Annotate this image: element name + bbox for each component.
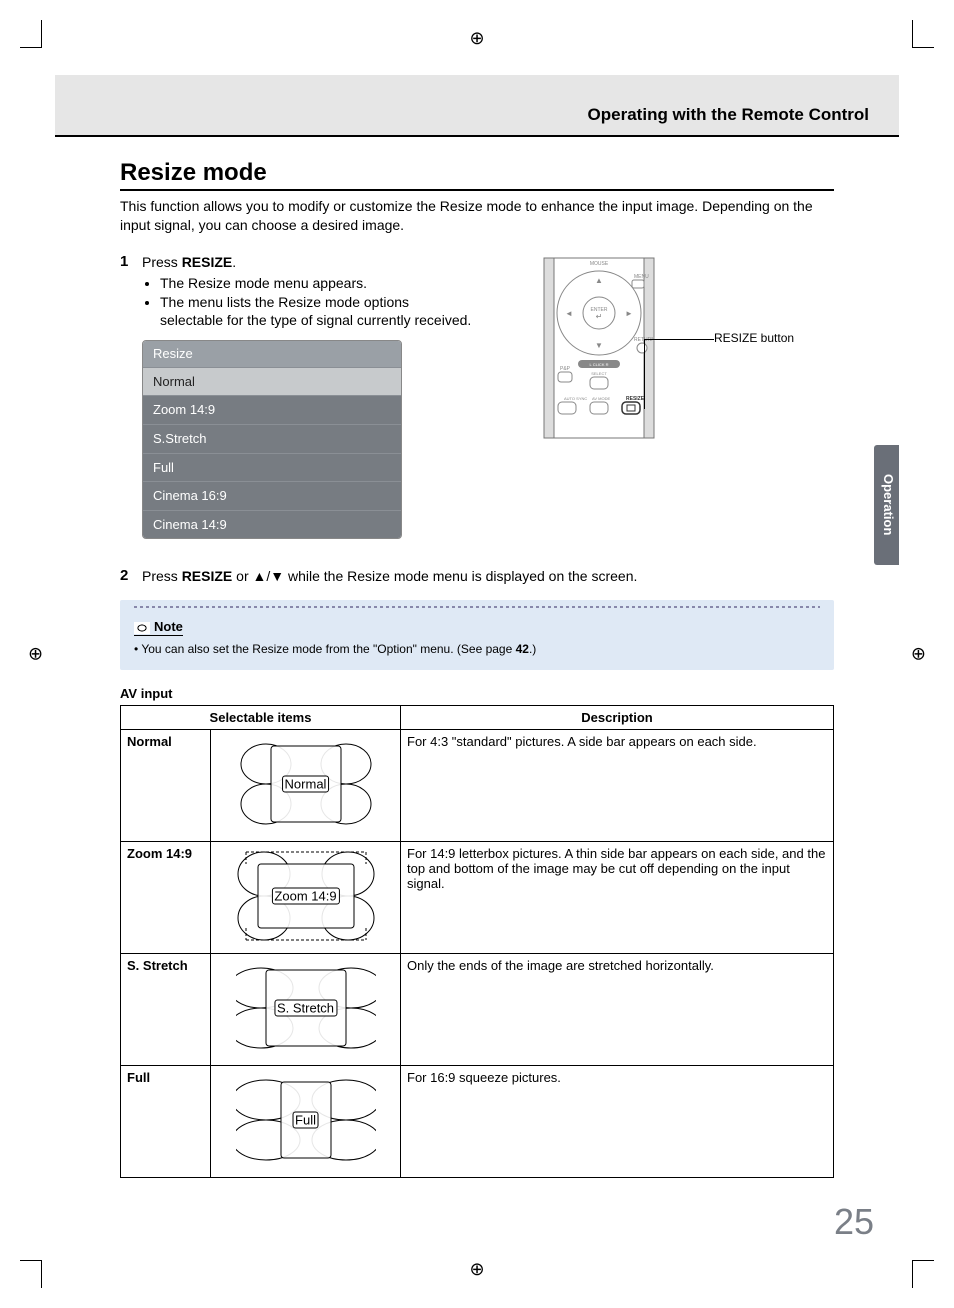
step-1: 1 Press RESIZE. The Resize mode menu app…	[120, 253, 474, 539]
resize-menu-item: Cinema 14:9	[143, 510, 401, 539]
av-item-name: S. Stretch	[121, 954, 211, 1066]
note-dotline	[134, 606, 820, 608]
remote-menu-label: MENU	[634, 274, 649, 280]
av-item-desc: Only the ends of the image are stretched…	[401, 954, 834, 1066]
table-row: Full Full For 16:9 squeeze pictures.	[121, 1066, 834, 1178]
section-heading: Resize mode	[120, 159, 834, 191]
remote-illustration: ENTER ↵ ▲ ▼ ◄ ► MOUSE MENU RETURN P&P	[514, 253, 704, 443]
crop-mark-tl	[20, 20, 42, 48]
page-number: 25	[834, 1201, 874, 1243]
header-band: Operating with the Remote Control	[55, 75, 899, 137]
av-input-heading: AV input	[120, 686, 834, 701]
step-1-text-a: Press	[142, 254, 182, 270]
av-col2-header: Description	[401, 706, 834, 730]
resize-menu-item: Full	[143, 453, 401, 482]
content: Resize mode This function allows you to …	[80, 159, 874, 1178]
av-item-illus: Normal	[211, 730, 401, 842]
header-title: Operating with the Remote Control	[588, 105, 869, 124]
two-column: 1 Press RESIZE. The Resize mode menu app…	[120, 253, 834, 543]
av-item-desc: For 16:9 squeeze pictures.	[401, 1066, 834, 1178]
svg-text:RESIZE: RESIZE	[626, 396, 645, 402]
illus-label: S. Stretch	[274, 1000, 337, 1017]
registration-mark-left: ⊕	[28, 644, 43, 665]
note-text-c: .)	[529, 642, 536, 656]
step-2: 2 Press RESIZE or ▲/▼ while the Resize m…	[120, 567, 834, 586]
av-item-name: Normal	[121, 730, 211, 842]
av-item-desc: For 4:3 "standard" pictures. A side bar …	[401, 730, 834, 842]
av-table: Selectable items Description NormalNorma…	[120, 705, 834, 1178]
note-block: Note • You can also set the Resize mode …	[120, 600, 834, 670]
svg-text:P&P: P&P	[560, 366, 571, 372]
note-text-b: 42	[516, 642, 529, 656]
step-1-bullet-1: The Resize mode menu appears.	[160, 274, 474, 293]
av-item-name: Zoom 14:9	[121, 842, 211, 954]
page: Operating with the Remote Control Resize…	[80, 75, 874, 1233]
callout-line-b	[644, 339, 664, 409]
remote-mouse-label: MOUSE	[590, 261, 609, 267]
svg-text:▼: ▼	[595, 341, 603, 350]
note-label: Note	[134, 619, 183, 636]
av-item-illus: Zoom 14:9	[211, 842, 401, 954]
resize-button-callout: RESIZE button	[714, 331, 794, 345]
registration-mark-right: ⊕	[911, 644, 926, 665]
svg-text:►: ►	[625, 309, 633, 318]
table-row: Zoom 14:9 Zoom 14:9 For 14:9 letterbox pic…	[121, 842, 834, 954]
step-1-num: 1	[120, 253, 134, 539]
step-2-text-b: RESIZE	[182, 568, 233, 584]
step-2-text-c: or ▲/▼ while the Resize mode menu is dis…	[232, 568, 637, 584]
svg-text:AUTO SYNC: AUTO SYNC	[564, 396, 587, 401]
crop-mark-br	[912, 1260, 934, 1288]
av-item-desc: For 14:9 letterbox pictures. A thin side…	[401, 842, 834, 954]
step-1-bullet-2: The menu lists the Resize mode options s…	[160, 293, 474, 331]
svg-text:SELECT: SELECT	[591, 371, 607, 376]
registration-mark-top: ⊕	[469, 28, 484, 49]
av-item-illus: Full	[211, 1066, 401, 1178]
callout-line	[664, 339, 714, 340]
svg-text:↵: ↵	[596, 312, 603, 321]
registration-mark-bottom: ⊕	[469, 1259, 484, 1280]
note-text: • You can also set the Resize mode from …	[134, 642, 820, 656]
side-tab-operation: Operation	[874, 445, 899, 565]
step-2-body: Press RESIZE or ▲/▼ while the Resize mod…	[142, 567, 834, 586]
resize-menu-item: Zoom 14:9	[143, 395, 401, 424]
table-row: S. Stretch S. Stretch Only the ends of the…	[121, 954, 834, 1066]
resize-menu-item: Normal	[143, 367, 401, 396]
step-2-text-a: Press	[142, 568, 182, 584]
svg-text:▲: ▲	[595, 276, 603, 285]
illus-label: Full	[292, 1112, 319, 1129]
step-1-body: Press RESIZE. The Resize mode menu appea…	[142, 253, 474, 539]
table-row: Normal Normal For 4:3 "standard" pictures.…	[121, 730, 834, 842]
av-item-illus: S. Stretch	[211, 954, 401, 1066]
step-1-text-b: RESIZE	[182, 254, 233, 270]
svg-text:L CLICK R: L CLICK R	[590, 362, 609, 367]
resize-menu-item: Cinema 16:9	[143, 481, 401, 510]
resize-menu: Resize Normal Zoom 14:9 S.Stretch Full C…	[142, 340, 402, 539]
svg-text:AV MODE: AV MODE	[592, 396, 610, 401]
step-2-num: 2	[120, 567, 134, 586]
left-column: 1 Press RESIZE. The Resize mode menu app…	[120, 253, 474, 543]
illus-label: Zoom 14:9	[271, 888, 339, 905]
av-col1-header: Selectable items	[121, 706, 401, 730]
crop-mark-tr	[912, 20, 934, 48]
note-text-a: • You can also set the Resize mode from …	[134, 642, 516, 656]
av-item-name: Full	[121, 1066, 211, 1178]
right-column: ENTER ↵ ▲ ▼ ◄ ► MOUSE MENU RETURN P&P	[494, 253, 834, 543]
illus-label: Normal	[282, 776, 330, 793]
resize-menu-header: Resize	[143, 341, 401, 367]
resize-menu-item: S.Stretch	[143, 424, 401, 453]
step-1-text-c: .	[232, 254, 236, 270]
section-intro: This function allows you to modify or cu…	[120, 197, 834, 235]
svg-text:◄: ◄	[565, 309, 573, 318]
crop-mark-bl	[20, 1260, 42, 1288]
